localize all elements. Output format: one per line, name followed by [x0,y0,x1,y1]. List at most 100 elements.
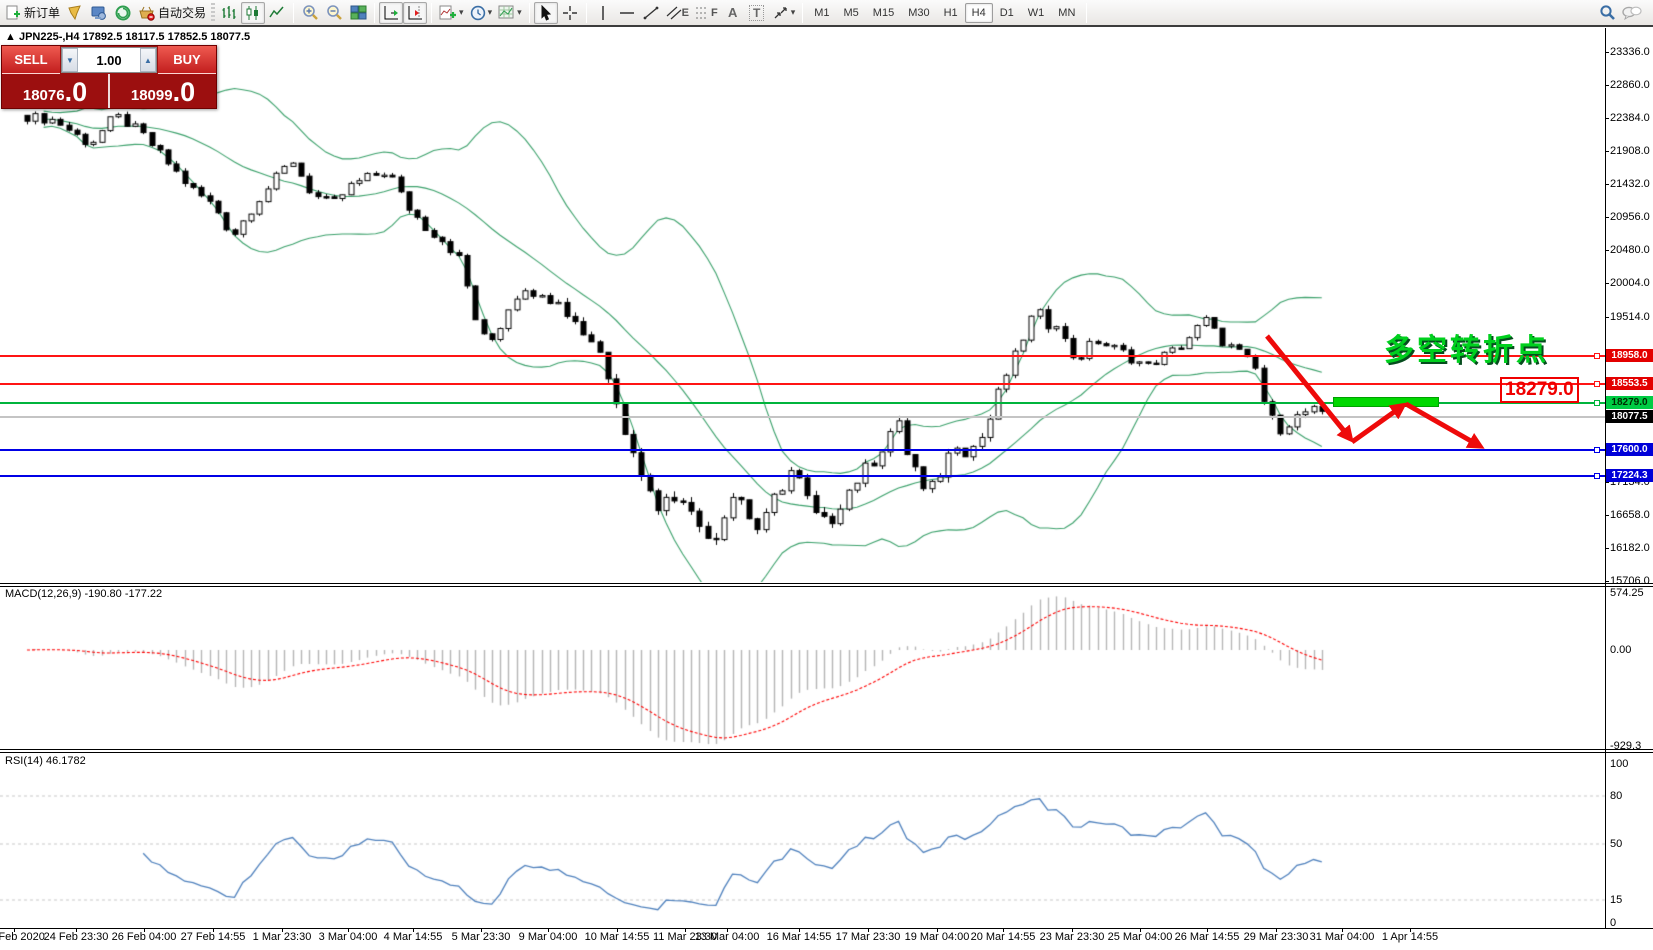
price-badge: 18553.5 [1606,377,1653,390]
price-tick-mark [1605,217,1609,218]
price-tick-label: 19514.0 [1610,311,1650,323]
price-tick-mark [1605,283,1609,284]
time-label: 24 Feb 23:30 [44,931,109,943]
price-tick-label: 21432.0 [1610,178,1650,190]
price-tick-label: 16658.0 [1610,509,1650,521]
time-label: 1 Apr 14:55 [1382,931,1438,943]
buy-button[interactable]: BUY [158,46,216,74]
time-label: 31 Mar 04:00 [1310,931,1375,943]
buy-price[interactable]: 18099 .0 [110,74,216,108]
price-tick-mark [1605,52,1609,53]
price-tick-mark [1605,317,1609,318]
time-tick-mark [1342,928,1343,932]
time-tick-mark [868,928,869,932]
panel-separator[interactable] [0,749,1653,750]
line-handle[interactable] [1594,381,1600,387]
time-label: 27 Feb 14:55 [181,931,246,943]
time-tick-mark [481,928,482,932]
panel-separator[interactable] [0,586,1653,587]
mt4-window: 新订单 自动交易 [0,0,1653,950]
time-tick-mark [617,928,618,932]
time-tick-mark [1276,928,1277,932]
price-badge: 17600.0 [1606,443,1653,456]
hline-object-18553.5[interactable] [0,383,1605,385]
price-tick-label: 23336.0 [1610,46,1650,58]
time-tick-mark [548,928,549,932]
time-label: 16 Mar 14:55 [767,931,832,943]
rsi-label: RSI(14) 46.1782 [5,755,86,767]
rsi-axis-80: 80 [1610,790,1622,802]
time-tick-mark [1207,928,1208,932]
price-badge: 18279.0 [1606,396,1653,409]
time-label: 23 Mar 23:30 [1040,931,1105,943]
symbol-period-label: JPN225-,H4 [19,31,80,43]
time-tick-mark [282,928,283,932]
price-tick-mark [1605,548,1609,549]
macd-label: MACD(12,26,9) -190.80 -177.22 [5,588,162,600]
hline-object-18958.0[interactable] [0,355,1605,357]
price-tick-mark [1605,581,1609,582]
time-tick-mark [76,928,77,932]
rsi-axis-50: 50 [1610,838,1622,850]
time-tick-mark [348,928,349,932]
hline-object-17224.3[interactable] [0,475,1605,477]
time-tick-mark [685,928,686,932]
price-badge: 17224.3 [1606,469,1653,482]
green-zone-annotation[interactable] [1333,397,1439,407]
time-tick-mark [413,928,414,932]
price-tick-mark [1605,515,1609,516]
time-tick-mark [1140,928,1141,932]
panel-separator[interactable] [0,752,1653,753]
price-tick-label: 22384.0 [1610,112,1650,124]
collapse-arrow-icon[interactable]: ▲ [5,31,16,43]
rsi-axis-0: 0 [1610,917,1616,929]
time-label: 20 Mar 14:55 [971,931,1036,943]
time-label: 17 Mar 23:30 [836,931,901,943]
time-tick-mark [727,928,728,932]
time-label: 3 Mar 04:00 [319,931,378,943]
time-tick-mark [213,928,214,932]
sell-button[interactable]: SELL [2,46,60,74]
panel-separator[interactable] [0,583,1653,584]
price-tick-mark [1605,118,1609,119]
time-label: 19 Mar 04:00 [905,931,970,943]
price-tick-mark [1605,85,1609,86]
buy-price-pips: .0 [173,79,196,106]
price-badge: 18077.5 [1606,410,1653,423]
macd-axis-top: 574.25 [1610,587,1644,599]
price-divider [108,74,110,108]
price-annotation-label[interactable]: 18279.0 [1500,377,1579,403]
volume-down-button[interactable]: ▼ [62,48,78,72]
price-tick-mark [1605,250,1609,251]
sell-price-pips: .0 [65,79,88,106]
sell-price[interactable]: 18076 .0 [2,74,108,108]
time-label: 26 Mar 14:55 [1175,931,1240,943]
time-label: 5 Mar 23:30 [452,931,511,943]
line-handle[interactable] [1594,353,1600,359]
line-handle[interactable] [1594,473,1600,479]
time-label: 1 Mar 23:30 [253,931,312,943]
price-tick-mark [1605,184,1609,185]
time-tick-mark [144,928,145,932]
cn-annotation-text[interactable]: 多空转折点 [1384,325,1549,369]
time-axis-border [0,928,1653,929]
bid-price-line[interactable] [0,416,1605,418]
time-tick-mark [799,928,800,932]
time-label: 13 Mar 04:00 [695,931,760,943]
line-handle[interactable] [1594,400,1600,406]
sell-price-main: 18076 [23,86,65,106]
price-badge: 18958.0 [1606,349,1653,362]
volume-input[interactable]: 1.00 [78,48,140,72]
time-label: 9 Mar 04:00 [519,931,578,943]
price-tick-label: 20480.0 [1610,244,1650,256]
price-tick-label: 22860.0 [1610,79,1650,91]
line-handle[interactable] [1594,447,1600,453]
price-tick-mark [1605,151,1609,152]
one-click-trading-panel: SELL ▼ 1.00 ▲ BUY 18076 .0 18099 .0 [1,45,217,109]
time-tick-mark [1003,928,1004,932]
ohlc-values: 17892.5 18117.5 17852.5 18077.5 [83,31,251,43]
hline-object-17600.0[interactable] [0,449,1605,451]
time-label: 4 Mar 14:55 [384,931,443,943]
volume-up-button[interactable]: ▲ [140,48,156,72]
rsi-axis-15: 15 [1610,894,1622,906]
